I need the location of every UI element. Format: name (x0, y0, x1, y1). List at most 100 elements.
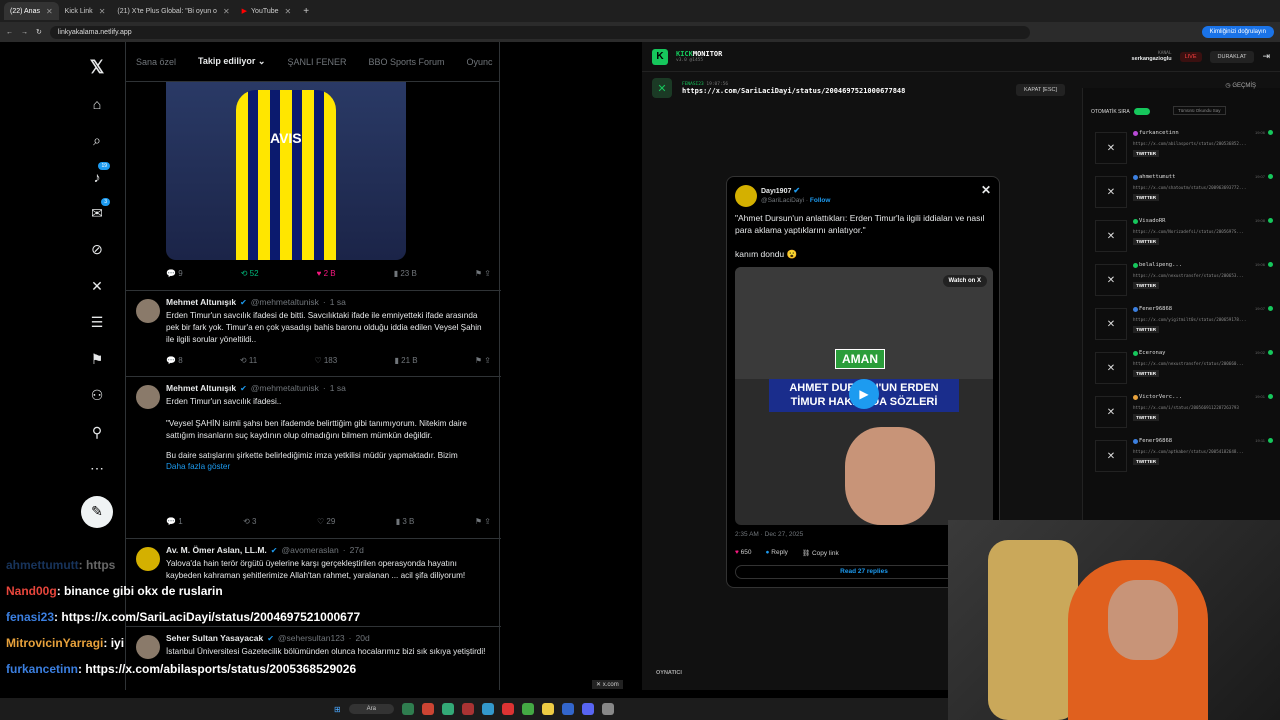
browser-tab[interactable]: ▶ YouTube ✕ (236, 2, 298, 20)
history-url[interactable]: https://x.com/i/status/20056691122872637… (1133, 405, 1268, 410)
verify-identity-button[interactable]: Kimliğinizi doğrulayın (1201, 26, 1274, 38)
profile-icon[interactable]: ⚲ (78, 415, 116, 449)
app-icon[interactable] (402, 703, 415, 715)
history-url[interactable]: https://x.com/yigitmilt0s/status/2006591… (1133, 317, 1268, 322)
author-name[interactable]: Mehmet Altunışık (166, 383, 236, 393)
like-button[interactable]: ♡ 29 (317, 517, 335, 526)
views-button[interactable]: ▮ 21 B (395, 356, 418, 365)
app-icon[interactable] (462, 703, 475, 715)
home-icon[interactable]: ⌂ (78, 87, 116, 121)
history-item[interactable]: ✕ ahmettumutt 19:07 https://x.com/shatoutm/… (1091, 172, 1273, 212)
messages-icon[interactable]: ✉ 3 (78, 196, 116, 230)
views-button[interactable]: ▮ 3 B (396, 517, 415, 526)
author-handle[interactable]: @sehersultan123 (278, 633, 345, 643)
app-icon[interactable] (582, 703, 595, 715)
windows-start-icon[interactable]: ⊞ (334, 705, 341, 714)
author-handle[interactable]: @avomeraslan (281, 545, 338, 555)
tweet-media[interactable]: AVIS (166, 80, 406, 260)
history-item[interactable]: ✕ belalipeng... 19:06 https://x.com/nexustr… (1091, 260, 1273, 300)
play-icon[interactable]: ▶ (849, 379, 879, 409)
x-logo-icon[interactable]: ✕ (981, 183, 991, 197)
taskbar-search[interactable]: Ara (348, 704, 395, 714)
history-item[interactable]: ✕ Fener96868 19:11 https://x.com/aptkaber/s… (1091, 436, 1273, 476)
avatar[interactable] (136, 547, 160, 571)
author-name[interactable]: Av. M. Ömer Aslan, LL.M. (166, 545, 267, 555)
reply-button[interactable]: 💬 1 (166, 517, 183, 526)
bookmark-icon[interactable]: ⚑ ⇪ (475, 517, 491, 526)
reload-icon[interactable]: ↻ (36, 28, 42, 36)
channel-name[interactable]: serkangazioglu (1132, 56, 1172, 62)
app-icon[interactable] (482, 703, 495, 715)
watch-on-x-button[interactable]: Watch on X (942, 275, 987, 287)
exit-icon[interactable]: ⇥ (1262, 51, 1270, 62)
history-item[interactable]: ✕ Eceronay 19:02 https://x.com/nexustransfe… (1091, 348, 1273, 388)
browser-tab[interactable]: (22) Anas ✕ (4, 2, 59, 20)
history-item[interactable]: ✕ Fener96868 19:07 https://x.com/yigitmilt0… (1091, 304, 1273, 344)
author-name[interactable]: Mehmet Altunışık (166, 297, 236, 307)
communities-icon[interactable]: ⚇ (78, 379, 116, 413)
history-url[interactable]: https://x.com/nexustransfer/status/20066… (1133, 361, 1268, 366)
browser-tab[interactable]: Kick Link ✕ (59, 2, 112, 20)
tweet-time[interactable]: 1 sa (330, 297, 346, 307)
like-button[interactable]: ♥ 2 B (317, 269, 336, 278)
show-more-link[interactable]: Daha fazla göster (166, 462, 491, 471)
reply-button[interactable]: 💬 9 (166, 269, 183, 278)
x-logo-icon[interactable]: 𝕏 (78, 50, 116, 84)
app-icon[interactable] (442, 703, 455, 715)
avatar[interactable] (136, 299, 160, 323)
close-icon[interactable]: ✕ (285, 7, 292, 16)
tweet-time[interactable]: 27d (350, 545, 364, 555)
history-url[interactable]: https://x.com/Norizadefsi/status/2005697… (1133, 229, 1268, 234)
close-icon[interactable]: ✕ (223, 7, 230, 16)
like-button[interactable]: ♥ 650 (735, 549, 752, 557)
premium-icon[interactable]: ✕ (78, 269, 116, 303)
app-icon[interactable] (522, 703, 535, 715)
x-tab-chip[interactable]: ✕ x.com (592, 680, 623, 689)
tab-bbo-sports[interactable]: BBO Sports Forum (368, 57, 444, 67)
bookmarks-icon[interactable]: ⚑ (78, 342, 116, 376)
auto-toggle[interactable] (1133, 108, 1150, 115)
history-url[interactable]: https://x.com/shatoutm/status/2009636937… (1133, 185, 1268, 190)
avatar[interactable] (735, 185, 757, 207)
search-icon[interactable]: ⌕ (78, 123, 116, 157)
url-field[interactable]: linkyakalama.netlify.app (49, 25, 1030, 39)
forward-icon[interactable]: → (21, 29, 28, 36)
more-icon[interactable]: ⋯ (78, 452, 116, 486)
pause-button[interactable]: DURAKLAT (1209, 50, 1255, 63)
app-icon[interactable] (422, 703, 435, 715)
author-handle[interactable]: @mehmetaltunisk (251, 383, 319, 393)
avatar[interactable] (136, 635, 160, 659)
tweet[interactable]: Seher Sultan Yasayacak ✔ @sehersultan123 · 2… (126, 626, 501, 690)
tab-sanli-fener[interactable]: ŞANLI FENER (287, 57, 346, 67)
like-button[interactable]: ♡ 183 (314, 356, 337, 365)
tab-oyunc[interactable]: Oyunc (466, 57, 492, 67)
lists-icon[interactable]: ☰ (78, 306, 116, 340)
app-icon[interactable] (542, 703, 555, 715)
close-icon[interactable]: ✕ (99, 7, 106, 16)
tweet-time[interactable]: 20d (356, 633, 370, 643)
new-tab-icon[interactable]: + (303, 6, 309, 17)
current-url[interactable]: https://x.com/SariLaciDayi/status/200469… (682, 87, 905, 95)
grok-icon[interactable]: ⊘ (78, 233, 116, 267)
follow-link[interactable]: Follow (810, 197, 831, 204)
history-item[interactable]: ✕ furkancetinn 19:06 https://x.com/abilaspo… (1091, 128, 1273, 168)
repost-button[interactable]: ⟲ 52 (241, 269, 259, 278)
app-icon[interactable] (502, 703, 515, 715)
repost-button[interactable]: ⟲ 3 (243, 517, 256, 526)
back-icon[interactable]: ← (6, 29, 13, 36)
views-button[interactable]: ▮ 23 B (394, 269, 417, 278)
copy-link-button[interactable]: ⛓ Copy link (802, 549, 839, 557)
mark-all-read-button[interactable]: Tümünü Okundu Say (1173, 106, 1226, 115)
avatar[interactable] (136, 385, 160, 409)
history-url[interactable]: https://x.com/aptkaber/status/2005418264… (1133, 449, 1268, 454)
tweet-time[interactable]: 1 sa (330, 383, 346, 393)
close-icon[interactable]: ✕ (46, 7, 53, 16)
history-item[interactable]: ✕ VictorVerc... 19:01 https://x.com/i/statu… (1091, 392, 1273, 432)
close-button[interactable]: KAPAT [ESC] (1016, 84, 1066, 96)
reply-button[interactable]: 💬 8 (166, 356, 183, 365)
repost-button[interactable]: ⟲ 11 (240, 356, 257, 365)
app-icon[interactable] (602, 703, 615, 715)
history-tab[interactable]: ◷ GEÇMİŞ (1225, 82, 1256, 89)
author-handle[interactable]: @mehmetaltunisk (251, 297, 319, 307)
video-player[interactable]: Watch on X AMAN AHMET DURSUN'UN ERDEN Tİ… (735, 267, 993, 525)
